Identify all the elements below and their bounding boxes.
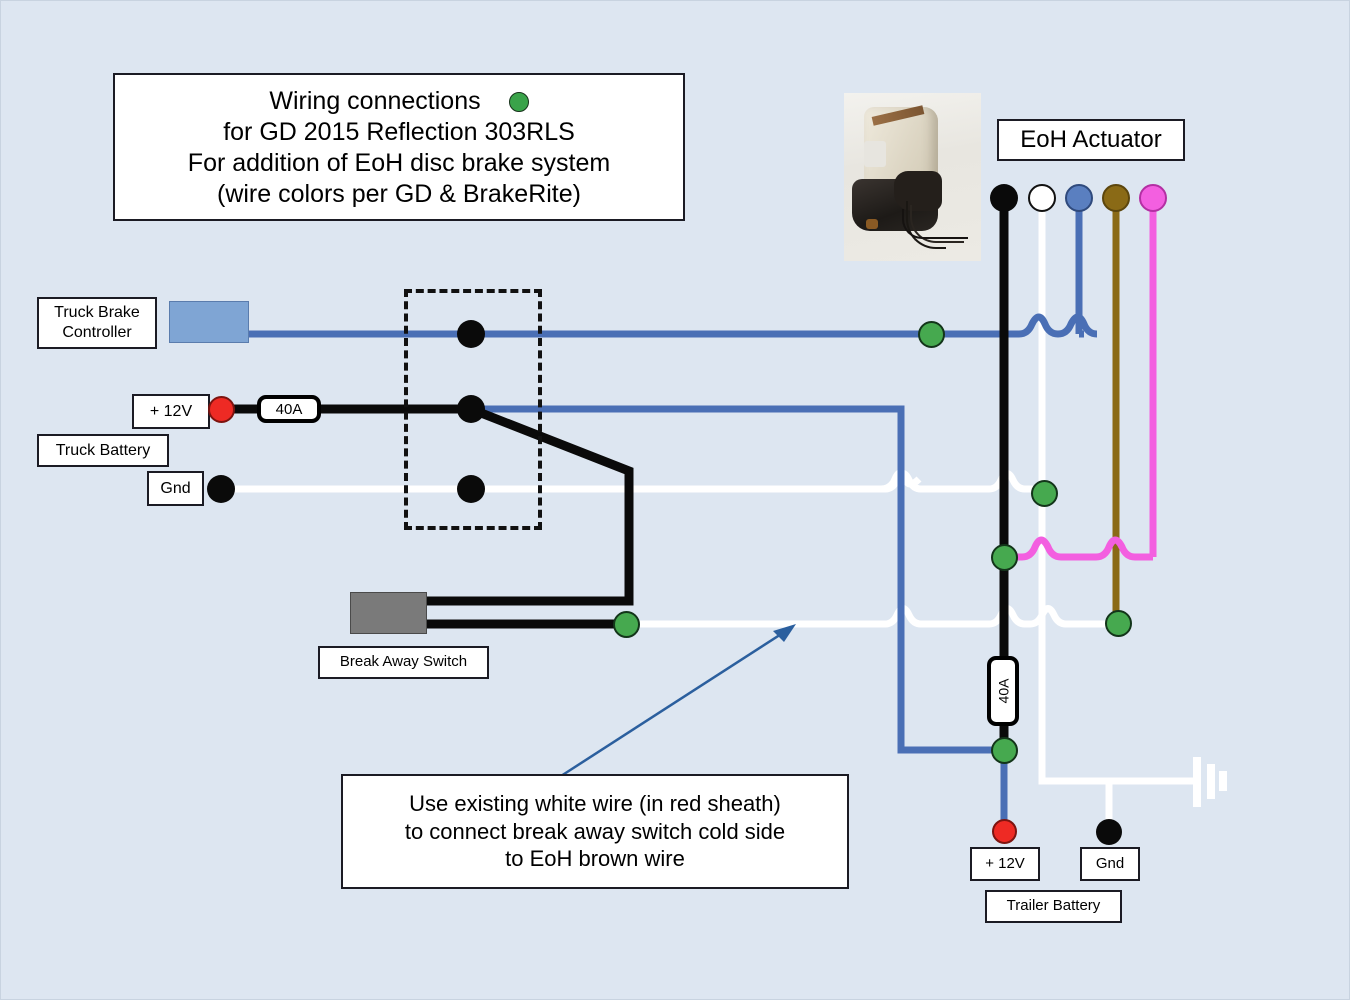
note-line-2: to connect break away switch cold side <box>404 818 786 844</box>
actuator-wire-lead-3 <box>902 209 968 239</box>
eoh-terminal-blue <box>1065 184 1093 212</box>
truck-brake-controller-label: Truck Brake Controller <box>37 297 157 349</box>
connection-dot-trailer-power <box>991 737 1018 764</box>
eoh-actuator-label: EoH Actuator <box>997 119 1185 161</box>
wiring-diagram-canvas: Wiring connections for GD 2015 Reflectio… <box>0 0 1350 1000</box>
break-away-switch-label: Break Away Switch <box>318 646 489 679</box>
annotation-arrow <box>560 624 796 778</box>
truck-battery-text: Truck Battery <box>55 441 151 459</box>
title-line-1: Wiring connections <box>269 86 529 117</box>
actuator-notch <box>864 141 886 167</box>
connection-dot-brake-signal <box>918 321 945 348</box>
trailer-battery-ground-text: Gnd <box>1095 854 1125 872</box>
break-away-switch-text: Break Away Switch <box>339 653 468 671</box>
trailer-battery-ground-terminal <box>1096 819 1122 845</box>
title-line-3: For addition of EoH disc brake system <box>187 149 611 177</box>
truck-battery-positive-label: + 12V <box>132 394 210 429</box>
white-wire-note-box: Use existing white wire (in red sheath) … <box>341 774 849 889</box>
title-line-2: for GD 2015 Reflection 303RLS <box>223 117 575 146</box>
connector-pin-blue <box>457 320 485 348</box>
connection-dot-breakaway-white <box>613 611 640 638</box>
eoh-terminal-brown <box>1102 184 1130 212</box>
trailer-battery-positive-text: + 12V <box>985 854 1025 872</box>
connector-pin-ground <box>457 475 485 503</box>
truck-battery-ground-label: Gnd <box>147 471 204 506</box>
trailer-fuse-label: 40A <box>995 678 1012 704</box>
blue-wire-group <box>249 206 1098 831</box>
truck-battery-ground-text: Gnd <box>160 479 191 497</box>
title-box: Wiring connections for GD 2015 Reflectio… <box>113 73 685 221</box>
eoh-terminal-white <box>1028 184 1056 212</box>
legend-connection-dot-icon <box>508 91 529 112</box>
truck-fuse-40a: 40A <box>257 395 321 423</box>
truck-battery-ground-terminal <box>207 475 235 503</box>
truck-brake-controller-line1: Truck Brake <box>54 304 140 321</box>
connection-dot-magenta-black <box>991 544 1018 571</box>
brakerite-actuator-photo <box>844 93 981 261</box>
eoh-terminal-black <box>990 184 1018 212</box>
truck-battery-label: Truck Battery <box>37 434 169 467</box>
truck-battery-positive-terminal <box>208 396 235 423</box>
trailer-battery-label: Trailer Battery <box>985 890 1122 923</box>
connection-dot-brown-white <box>1105 610 1132 637</box>
connector-pin-power <box>457 395 485 423</box>
note-line-1: Use existing white wire (in red sheath) <box>409 791 781 817</box>
trailer-battery-positive-terminal <box>992 819 1017 844</box>
truck-fuse-label: 40A <box>275 400 303 418</box>
eoh-terminal-magenta <box>1139 184 1167 212</box>
break-away-switch-device <box>350 592 427 634</box>
trailer-battery-positive-label: + 12V <box>970 847 1040 881</box>
trailer-battery-ground-label: Gnd <box>1080 847 1140 881</box>
trailer-battery-text: Trailer Battery <box>1006 897 1101 915</box>
truck-brake-controller-device <box>169 301 249 343</box>
truck-battery-positive-text: + 12V <box>149 402 193 420</box>
note-line-3: to EoH brown wire <box>505 846 685 872</box>
connection-dot-white-ground <box>1031 480 1058 507</box>
title-line-4: (wire colors per GD & BrakeRite) <box>217 180 581 209</box>
trailer-fuse-40a: 40A <box>987 656 1019 726</box>
eoh-actuator-label-text: EoH Actuator <box>1020 126 1162 153</box>
actuator-port <box>866 219 878 229</box>
white-wire-group <box>221 206 1227 831</box>
truck-brake-controller-line2: Controller <box>62 324 132 341</box>
